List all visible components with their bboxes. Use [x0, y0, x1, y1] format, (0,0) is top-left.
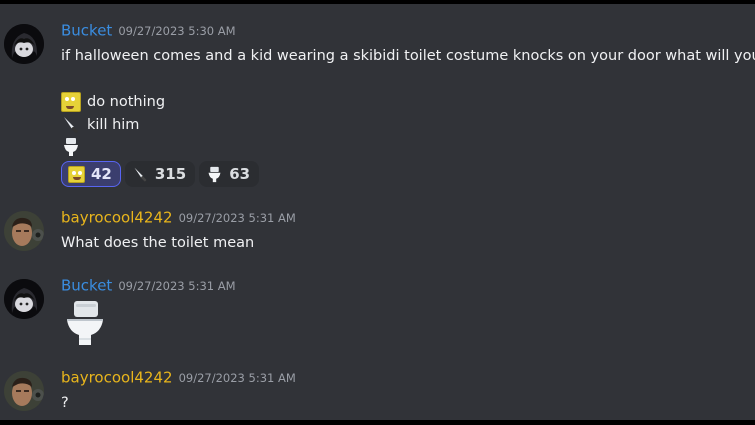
- message: bayrocool4242 09/27/2023 5:31 AM ?: [0, 367, 755, 417]
- spongebob-emoji-icon: [68, 165, 85, 183]
- reaction-count: 42: [91, 165, 112, 183]
- toilet-emoji-icon: [61, 299, 109, 347]
- avatar[interactable]: [4, 24, 44, 64]
- avatar[interactable]: [4, 371, 44, 411]
- author-name[interactable]: Bucket: [61, 277, 112, 295]
- author-name[interactable]: Bucket: [61, 22, 112, 40]
- timestamp: 09/27/2023 5:31 AM: [178, 370, 296, 385]
- reaction-count: 315: [154, 165, 187, 183]
- avatar[interactable]: [4, 279, 44, 319]
- reaction-spongebob[interactable]: 42: [61, 161, 121, 187]
- avatar[interactable]: [4, 211, 44, 251]
- timestamp: 09/27/2023 5:31 AM: [178, 210, 296, 225]
- option-kill-him: kill him: [61, 115, 139, 135]
- message: bayrocool4242 09/27/2023 5:31 AM What doe…: [0, 207, 755, 257]
- chat-area: Bucket 09/27/2023 5:30 AM if halloween co…: [0, 4, 755, 420]
- message-header: bayrocool4242 09/27/2023 5:31 AM: [61, 367, 296, 387]
- message-text: What does the toilet mean: [61, 235, 255, 251]
- timestamp: 09/27/2023 5:30 AM: [118, 23, 236, 38]
- author-name[interactable]: bayrocool4242: [61, 369, 173, 387]
- option-do-nothing: do nothing: [61, 92, 165, 112]
- reaction-count: 63: [229, 165, 251, 183]
- author-name[interactable]: bayrocool4242: [61, 209, 173, 227]
- option-label: kill him: [87, 117, 140, 133]
- toilet-emoji-icon: [61, 137, 81, 157]
- knife-emoji-icon: [61, 115, 81, 135]
- message-text: if halloween comes and a kid wearing a s…: [61, 48, 755, 64]
- toilet-emoji-icon: [206, 166, 223, 183]
- message: Bucket 09/27/2023 5:30 AM if halloween co…: [0, 20, 755, 190]
- message: Bucket 09/27/2023 5:31 AM: [0, 275, 755, 355]
- knife-emoji-icon: [132, 166, 149, 183]
- reaction-toilet[interactable]: 63: [199, 161, 260, 187]
- spongebob-emoji-icon: [61, 92, 81, 112]
- option-label: do nothing: [87, 94, 166, 110]
- message-header: Bucket 09/27/2023 5:31 AM: [61, 275, 236, 295]
- message-header: bayrocool4242 09/27/2023 5:31 AM: [61, 207, 296, 227]
- reactions-bar: 42 315 63: [61, 161, 260, 187]
- timestamp: 09/27/2023 5:31 AM: [118, 278, 236, 293]
- reaction-knife[interactable]: 315: [124, 161, 196, 187]
- message-header: Bucket 09/27/2023 5:30 AM: [61, 20, 236, 40]
- message-text: ?: [61, 395, 69, 411]
